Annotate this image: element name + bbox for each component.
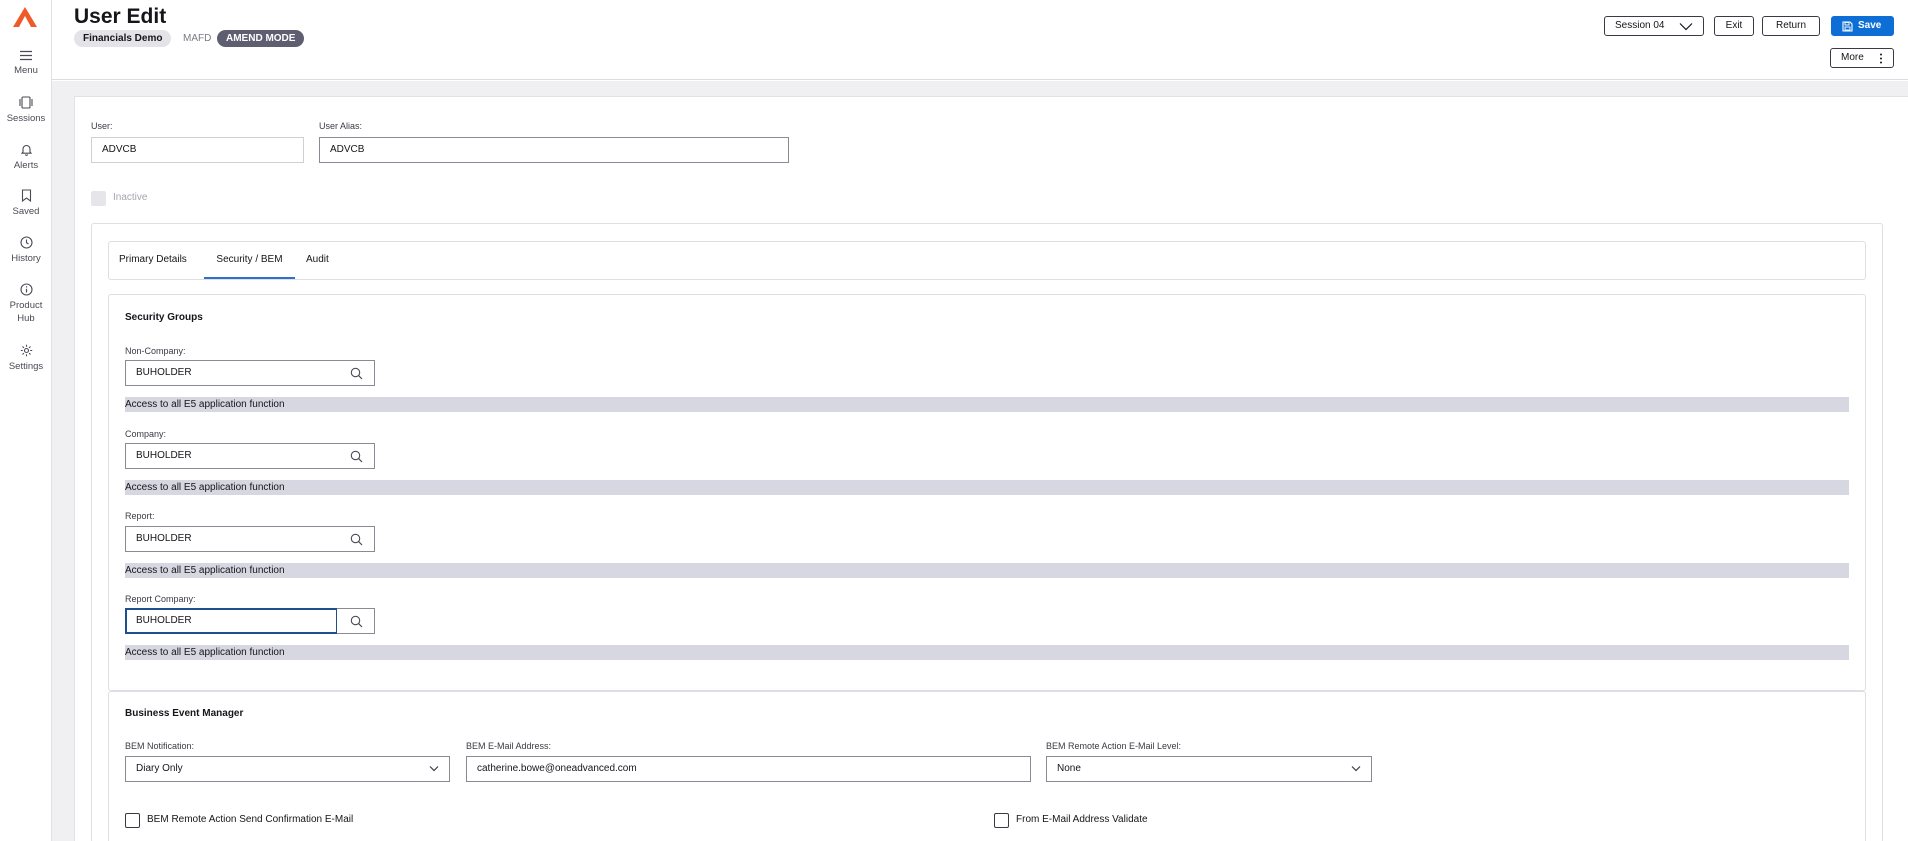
bem-email-label: BEM E-Mail Address: [466, 741, 552, 751]
sessions-icon [19, 96, 33, 109]
user-alias-input[interactable]: ADVCB [319, 137, 789, 163]
info-icon [19, 283, 33, 296]
rail-item-label: Product [9, 300, 43, 311]
rail-item-saved[interactable]: Saved [0, 189, 52, 218]
tabs-card: Primary Details Security / BEM Audit Sec… [91, 223, 1883, 841]
email-validate-checkbox[interactable] [994, 813, 1009, 828]
save-label: Save [1858, 20, 1882, 31]
page-title: User Edit [74, 5, 167, 28]
exit-button[interactable]: Exit [1714, 16, 1754, 36]
rail-item-label: Saved [12, 206, 40, 217]
user-alias-label: User Alias: [319, 121, 363, 131]
report-input[interactable]: BUHOLDER [125, 526, 338, 552]
mode-badge: AMEND MODE [217, 30, 305, 47]
bem-notification-label: BEM Notification: [125, 741, 195, 751]
bem-notification-select[interactable]: Diary Only [125, 756, 450, 782]
section-title: Business Event Manager [125, 708, 244, 719]
chevron-down-icon [1679, 23, 1693, 31]
report-label: Report: [125, 511, 155, 521]
chevron-down-icon [1351, 766, 1361, 772]
search-icon [350, 367, 363, 380]
main-area: User: ADVCB User Alias: ADVCB Inactive P… [52, 81, 1908, 841]
rail-item-menu[interactable]: Menu [0, 50, 52, 77]
clock-icon [19, 236, 33, 249]
non-company-description: Access to all E5 application function [125, 397, 1849, 412]
bem-confirmation-checkbox[interactable] [125, 813, 140, 828]
rail-item-label: History [11, 253, 41, 264]
gear-icon [20, 344, 32, 357]
non-company-input[interactable]: BUHOLDER [125, 360, 338, 386]
bem-email-input[interactable]: catherine.bowe@oneadvanced.com [466, 756, 1031, 782]
chevron-down-icon [429, 766, 439, 772]
return-button[interactable]: Return [1762, 16, 1820, 36]
company-description: Access to all E5 application function [125, 480, 1849, 495]
page-header: User Edit Financials Demo MAFD AMEND MOD… [52, 0, 1908, 80]
company-label: Company: [125, 429, 167, 439]
rail-item-settings[interactable]: Settings [0, 344, 52, 373]
session-dropdown[interactable]: Session 04 [1604, 16, 1704, 36]
inactive-label: Inactive [113, 192, 148, 203]
report-company-description: Access to all E5 application function [125, 645, 1849, 660]
report-company-input[interactable]: BUHOLDER [125, 608, 338, 634]
report-company-lookup-button[interactable] [337, 608, 375, 634]
bem-notification-value: Diary Only [136, 763, 183, 774]
more-label: More [1841, 52, 1864, 63]
company-input[interactable]: BUHOLDER [125, 443, 338, 469]
content-panel: User: ADVCB User Alias: ADVCB Inactive P… [74, 96, 1908, 841]
report-company-label: Report Company: [125, 594, 196, 604]
bem-remote-level-label: BEM Remote Action E-Mail Level: [1046, 741, 1182, 751]
bookmark-icon [21, 189, 31, 202]
user-label: User: [91, 121, 113, 131]
inactive-checkbox [91, 191, 106, 206]
more-button[interactable]: More [1830, 48, 1894, 68]
hamburger-menu-icon [20, 50, 32, 61]
tab-bar: Primary Details Security / BEM Audit [108, 241, 1866, 280]
rail-item-label: Alerts [13, 160, 39, 171]
tab-audit[interactable]: Audit [306, 242, 329, 279]
save-button[interactable]: Save [1831, 16, 1894, 36]
non-company-label: Non-Company: [125, 346, 186, 356]
rail-item-history[interactable]: History [0, 236, 52, 265]
vertical-dots-icon [1880, 53, 1882, 64]
email-validate-label: From E-Mail Address Validate [1016, 814, 1148, 825]
search-icon [350, 533, 363, 546]
bem-confirmation-label: BEM Remote Action Send Confirmation E-Ma… [147, 814, 354, 825]
rail-item-label: Menu [14, 65, 38, 76]
search-icon [350, 450, 363, 463]
company-lookup-button[interactable] [337, 443, 375, 469]
bell-icon [20, 144, 32, 156]
bem-remote-level-value: None [1057, 763, 1081, 774]
rail-item-label: Sessions [6, 113, 46, 124]
floppy-disk-icon [1842, 21, 1853, 32]
rail-item-product-hub[interactable]: Product Hub [0, 283, 52, 325]
company-chip: Financials Demo [74, 30, 172, 47]
rail-item-label-line2: Hub [17, 313, 35, 324]
search-icon [350, 615, 363, 628]
company-code: MAFD [183, 33, 212, 44]
rail-item-label: Settings [8, 361, 44, 372]
report-description: Access to all E5 application function [125, 563, 1849, 578]
tab-primary-details[interactable]: Primary Details [119, 242, 187, 279]
tab-security-bem[interactable]: Security / BEM [204, 242, 295, 279]
app-logo-icon[interactable] [12, 6, 38, 28]
section-title: Security Groups [125, 312, 203, 323]
left-rail: Menu Sessions Alerts Saved History Produ… [0, 0, 52, 841]
user-field: ADVCB [91, 137, 304, 163]
bem-remote-level-select[interactable]: None [1046, 756, 1372, 782]
session-label: Session 04 [1615, 20, 1665, 31]
bem-section: Business Event Manager BEM Notification:… [108, 691, 1866, 841]
security-groups-section: Security Groups Non-Company: BUHOLDER Ac… [108, 294, 1866, 691]
rail-item-sessions[interactable]: Sessions [0, 96, 52, 125]
rail-item-alerts[interactable]: Alerts [0, 143, 52, 172]
non-company-lookup-button[interactable] [337, 360, 375, 386]
report-lookup-button[interactable] [337, 526, 375, 552]
